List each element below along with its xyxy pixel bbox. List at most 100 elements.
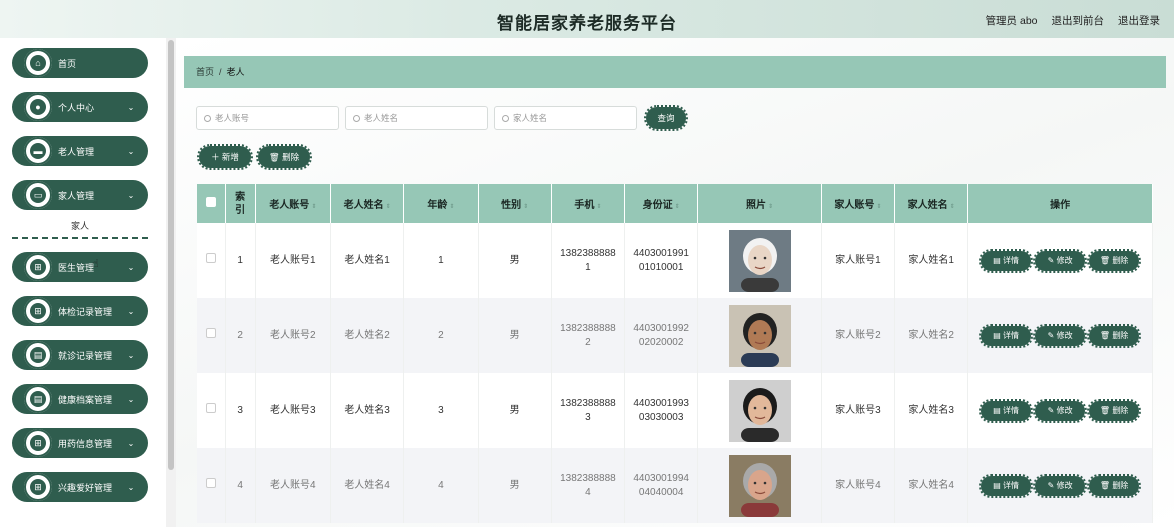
row-checkbox[interactable]: [205, 253, 216, 263]
column-header[interactable]: 性别 ⇕: [478, 184, 552, 223]
breadcrumb-home[interactable]: 首页: [196, 67, 214, 77]
cell-idcard: 4403001994 04040004: [624, 448, 699, 523]
table-row[interactable]: 3 老人账号3 老人姓名3 3 男 1382388888 3 4403001993 0303…: [197, 373, 1153, 448]
edit-icon: ✎: [1047, 405, 1057, 415]
row-checkbox[interactable]: [205, 403, 216, 413]
cell-text: 家人账号4: [835, 479, 881, 491]
search-placeholder: 老人姓名: [364, 113, 399, 123]
column-header[interactable]: 家人姓名 ⇕: [894, 184, 969, 223]
edit-button[interactable]: ✎ 修改: [1033, 248, 1088, 273]
column-header-label: 手机: [574, 200, 595, 211]
sidebar-item[interactable]: ● 个人中心 ⌄: [12, 90, 148, 124]
back-to-front-link[interactable]: 退出到前台: [1052, 13, 1105, 28]
sort-icon[interactable]: ⇕: [523, 204, 528, 210]
row-delete-button[interactable]: 🗑 删除: [1087, 398, 1142, 423]
sidebar-item[interactable]: ⊞ 医生管理 ⌄: [12, 250, 148, 284]
detail-button[interactable]: ▤ 详情: [979, 473, 1034, 498]
cell-text: 家人账号3: [835, 404, 881, 416]
detail-button[interactable]: ▤ 详情: [979, 398, 1034, 423]
column-header[interactable]: 老人姓名 ⇕: [330, 184, 405, 223]
detail-icon: ▤: [993, 480, 1004, 490]
cell-text: 4: [237, 479, 243, 491]
search-elder-account-input[interactable]: 老人账号: [196, 106, 339, 130]
sidebar-item[interactable]: ▤ 健康档案管理 ⌄: [12, 382, 148, 416]
sidebar-item[interactable]: ▤ 就诊记录管理 ⌄: [12, 338, 148, 372]
cell-text: 男: [509, 404, 520, 416]
cell-text: 老人账号4: [270, 479, 316, 491]
logout-link[interactable]: 退出登录: [1118, 13, 1160, 28]
cell-text: 家人姓名1: [908, 254, 954, 266]
column-header-label: 家人姓名: [907, 200, 948, 211]
table-row[interactable]: 4 老人账号4 老人姓名4 4 男 1382388888 4 4403001994 0404…: [197, 448, 1153, 523]
sidebar-item-label: 个人中心: [58, 102, 95, 113]
sort-icon[interactable]: ⇕: [675, 204, 680, 210]
sort-icon[interactable]: ⇕: [386, 204, 391, 210]
sort-icon[interactable]: ⇕: [950, 204, 955, 210]
column-header[interactable]: 老人账号 ⇕: [255, 184, 331, 223]
sort-icon[interactable]: ⇕: [596, 204, 601, 210]
sidebar-item[interactable]: ▬ 老人管理 ⌄: [12, 134, 148, 168]
cell-family-account: 家人账号3: [821, 373, 896, 448]
sidebar-item[interactable]: ▭ 家人管理 ⌄: [12, 178, 148, 212]
detail-button[interactable]: ▤ 详情: [979, 323, 1034, 348]
sidebar-item[interactable]: ⊞ 用药信息管理 ⌄: [12, 426, 148, 460]
sort-icon[interactable]: ⇕: [768, 204, 773, 210]
trash-icon: 🗑: [1099, 255, 1113, 265]
edit-label: 修改: [1056, 330, 1073, 340]
cell-elder-name: 老人姓名1: [330, 223, 405, 298]
row-checkbox-cell[interactable]: [197, 298, 226, 373]
sidebar-item[interactable]: ⌂ 首页: [12, 46, 148, 80]
select-all-checkbox[interactable]: [205, 197, 216, 207]
search-elder-name-input[interactable]: 老人姓名: [345, 106, 488, 130]
column-header[interactable]: 年龄 ⇕: [403, 184, 479, 223]
detail-button[interactable]: ▤ 详情: [979, 248, 1034, 273]
delete-button[interactable]: 🗑 删除: [256, 144, 312, 170]
menu-glyph: ⊞: [30, 259, 46, 275]
sort-icon[interactable]: ⇕: [876, 204, 881, 210]
sidebar-item-label: 就诊记录管理: [58, 350, 113, 361]
row-checkbox-cell[interactable]: [197, 223, 226, 298]
edit-button[interactable]: ✎ 修改: [1033, 323, 1088, 348]
mouse-cursor-icon: ☝: [92, 258, 99, 270]
row-delete-button[interactable]: 🗑 删除: [1087, 323, 1142, 348]
edit-button[interactable]: ✎ 修改: [1033, 398, 1088, 423]
chevron-down-icon: ⌄: [127, 102, 135, 112]
trash-icon: 🗑: [1099, 480, 1113, 490]
select-all-checkbox-cell[interactable]: [197, 184, 226, 223]
cell-text: 老人账号3: [270, 404, 316, 416]
row-delete-button[interactable]: 🗑 删除: [1087, 248, 1142, 273]
cell-idcard: 4403001992 02020002: [624, 298, 699, 373]
column-header[interactable]: 家人账号 ⇕: [821, 184, 896, 223]
cell-text: 男: [509, 479, 520, 491]
gear-badge: ▤: [21, 382, 55, 416]
cell-age: 3: [403, 373, 479, 448]
row-checkbox-cell[interactable]: [197, 373, 226, 448]
cell-text: 老人姓名1: [344, 254, 390, 266]
row-checkbox[interactable]: [205, 328, 216, 338]
row-checkbox[interactable]: [205, 478, 216, 488]
column-header[interactable]: 手机 ⇕: [551, 184, 626, 223]
column-header-label: 老人账号: [269, 200, 310, 211]
row-delete-button[interactable]: 🗑 删除: [1087, 473, 1142, 498]
sidebar-item[interactable]: ⊞ 体检记录管理 ⌄: [12, 294, 148, 328]
cell-age: 1: [403, 223, 479, 298]
add-button[interactable]: ＋ 新增: [197, 144, 253, 170]
query-button[interactable]: 查询: [644, 105, 688, 131]
menu-glyph: ▬: [30, 143, 46, 159]
column-header[interactable]: 身份证 ⇕: [624, 184, 699, 223]
edit-button[interactable]: ✎ 修改: [1033, 473, 1088, 498]
sort-icon[interactable]: ⇕: [311, 204, 316, 210]
cell-elder-name: 老人姓名3: [330, 373, 405, 448]
table-row[interactable]: 1 老人账号1 老人姓名1 1 男 1382388888 1 4403001991 0101…: [197, 223, 1153, 298]
gear-badge: ⊞: [21, 426, 55, 460]
sidebar-item[interactable]: ⊞ 兴趣爱好管理 ⌄: [12, 470, 148, 504]
sidebar-scroll-thumb[interactable]: [168, 40, 174, 470]
submenu-item-family[interactable]: 家人: [12, 215, 148, 239]
sort-icon[interactable]: ⇕: [449, 204, 454, 210]
table-row[interactable]: 2 老人账号2 老人姓名2 2 男 1382388888 2 4403001992 0202…: [197, 298, 1153, 373]
column-header[interactable]: 照片 ⇕: [697, 184, 822, 223]
row-checkbox-cell[interactable]: [197, 448, 226, 523]
search-family-name-input[interactable]: 家人姓名: [494, 106, 637, 130]
cell-text: 男: [509, 329, 520, 341]
column-header-label: 照片: [746, 200, 766, 211]
